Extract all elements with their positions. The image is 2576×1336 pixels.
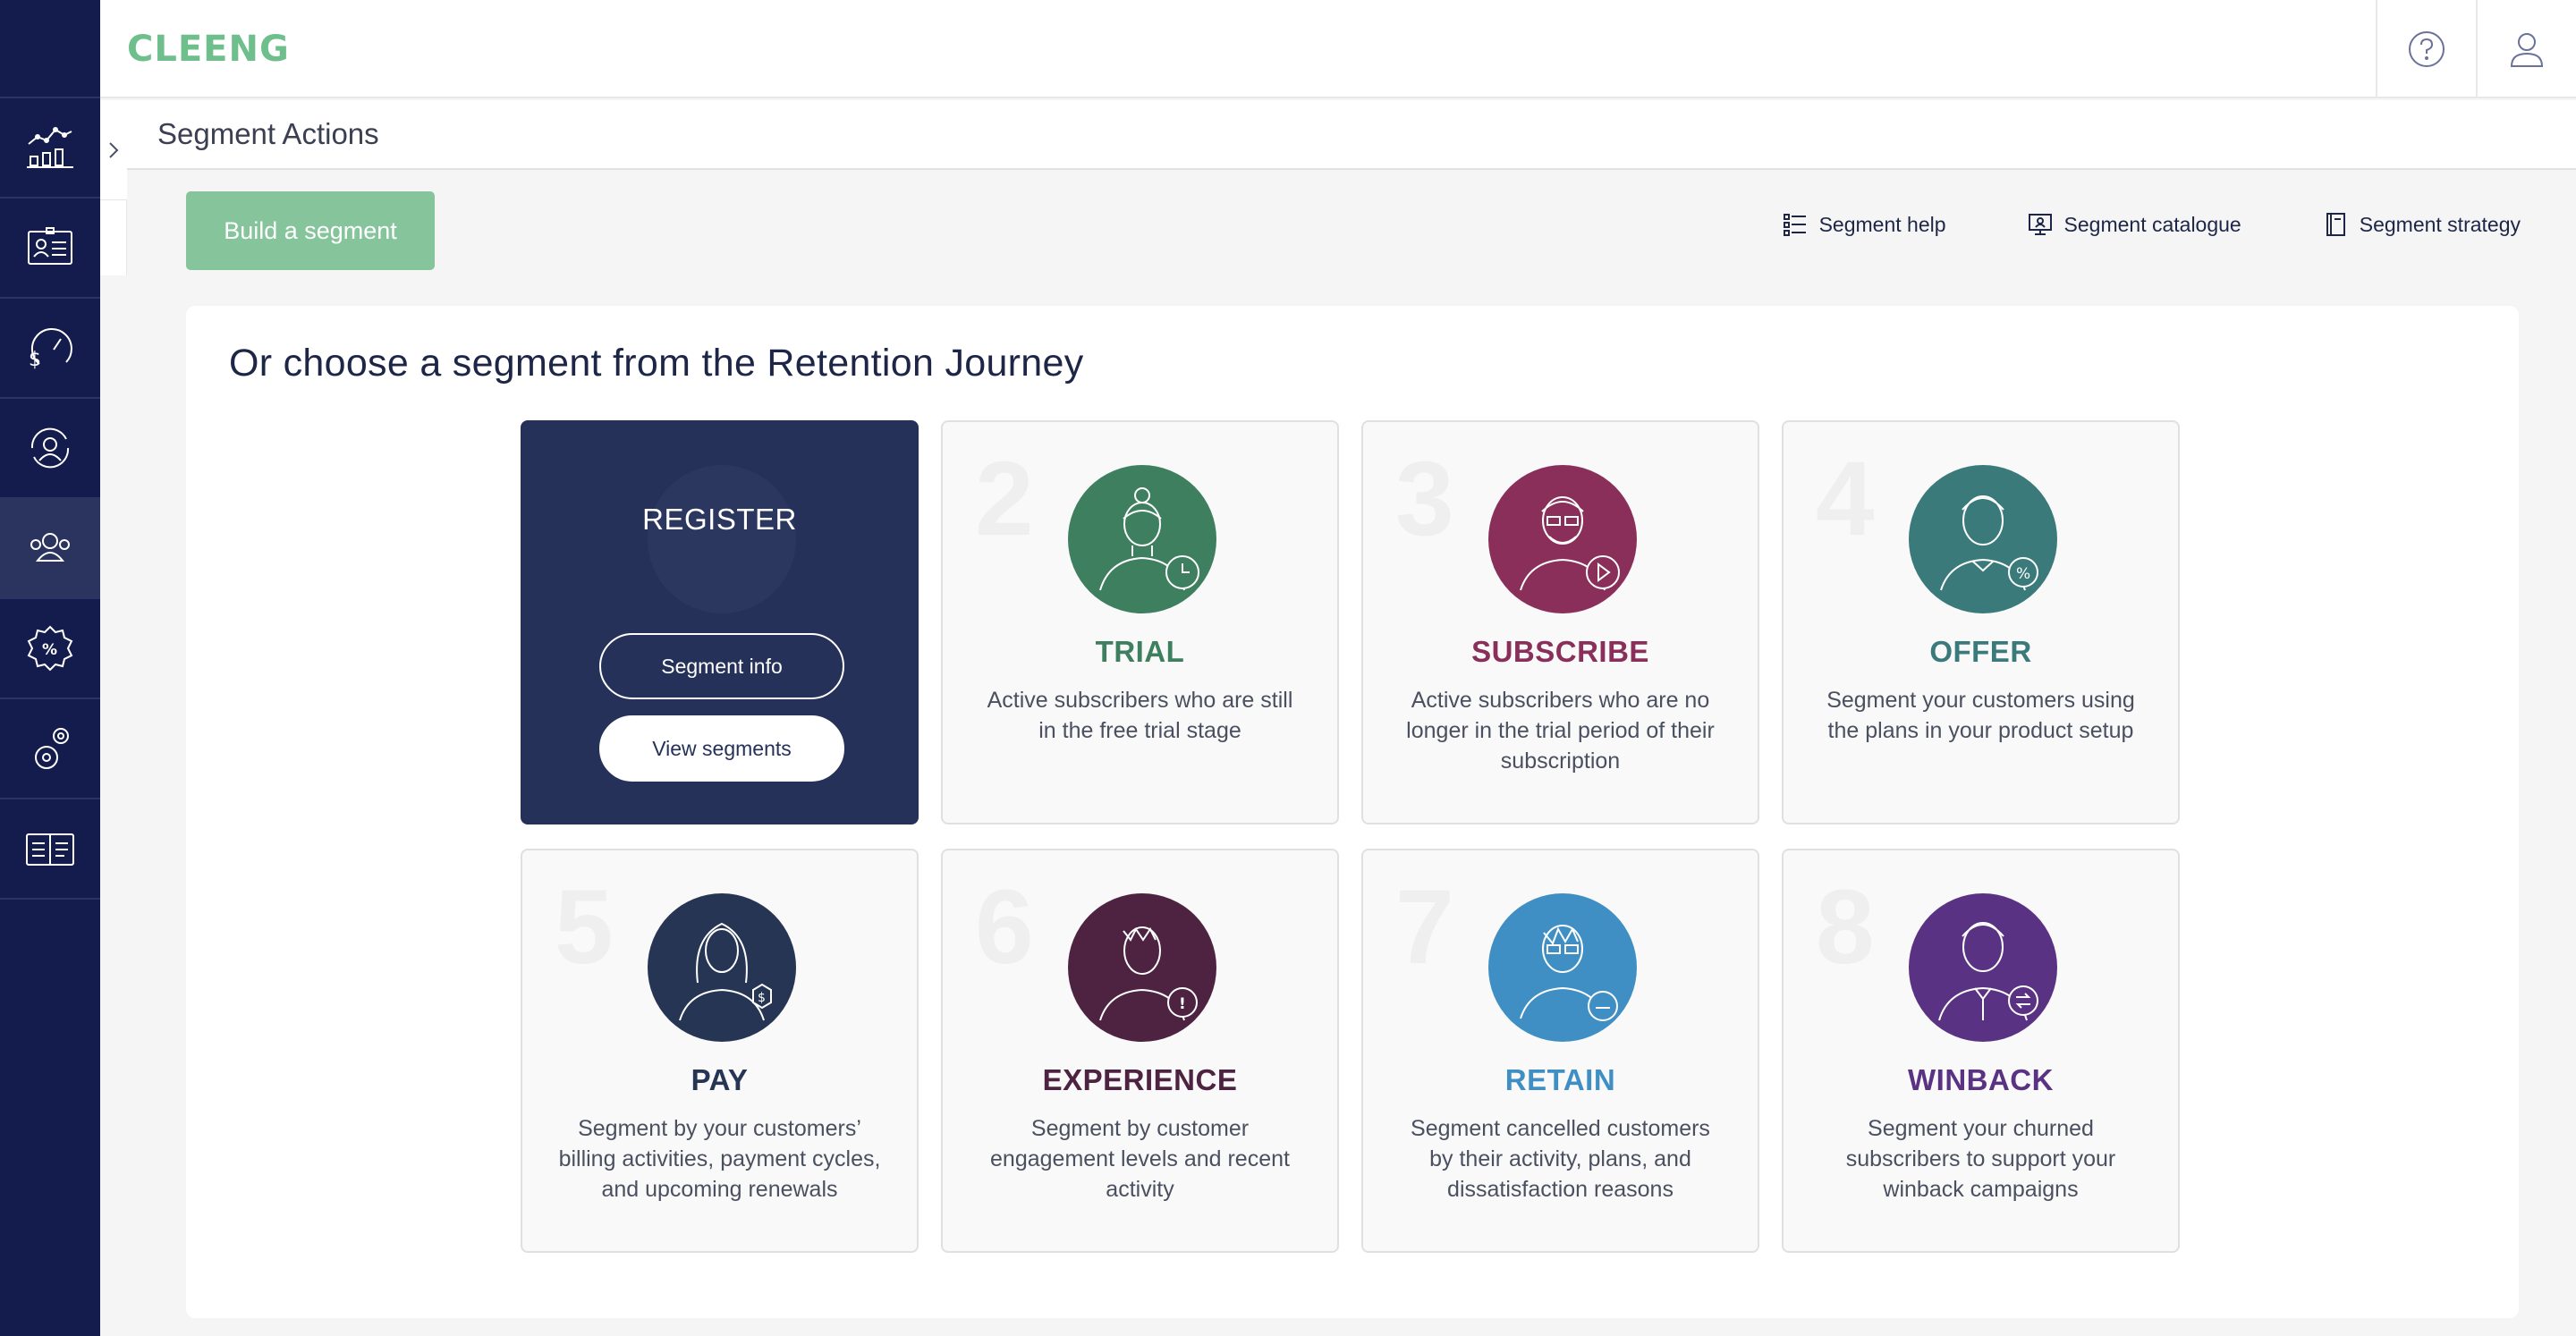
stage-tile-retain[interactable]: 7 RETAIN Segment cancelled customers by … — [1361, 849, 1759, 1253]
stage-number: 3 — [1395, 440, 1454, 558]
sidebar-item-docs[interactable] — [0, 799, 100, 900]
analytics-icon — [27, 127, 73, 168]
winback-avatar — [1909, 893, 2057, 1042]
stage-number: 4 — [1816, 440, 1875, 558]
segment-help-label: Segment help — [1818, 212, 1946, 236]
stage-number: 7 — [1395, 868, 1454, 986]
logo-text: CLEENG — [127, 29, 290, 70]
monitor-icon — [2028, 214, 2052, 235]
sidebar-item-offers[interactable]: % — [0, 599, 100, 699]
settings-gears-icon — [35, 728, 69, 769]
user-icon — [2510, 33, 2544, 67]
svg-text:$: $ — [758, 991, 766, 1005]
sidebar-item-customers[interactable] — [0, 199, 100, 299]
segment-info-button[interactable]: Segment info — [599, 633, 844, 699]
svg-text:$: $ — [29, 349, 41, 371]
user-menu-button[interactable] — [2476, 0, 2576, 98]
offer-avatar: % — [1909, 465, 2057, 613]
man-minus-icon — [1488, 893, 1637, 1042]
retain-avatar — [1488, 893, 1637, 1042]
stage-name: OFFER — [1929, 635, 2032, 668]
sidebar-item-analytics[interactable] — [0, 98, 100, 199]
sidebar-top — [0, 0, 100, 98]
chevron-right-icon — [109, 141, 119, 158]
notebook-icon — [2326, 213, 2345, 236]
segments-users-icon — [30, 533, 70, 562]
stage-description: Segment your churned subscribers to supp… — [1845, 1116, 2116, 1202]
segment-strategy-label: Segment strategy — [2359, 212, 2521, 236]
stage-number: 8 — [1816, 868, 1875, 986]
view-segments-button[interactable]: View segments — [599, 715, 844, 782]
stage-name: RETAIN — [1504, 1063, 1616, 1096]
cleeng-logo[interactable]: CLEENG — [127, 27, 290, 72]
segment-links: Segment help Segment catalogue Segment s… — [1701, 211, 2521, 238]
stage-tile-trial[interactable]: 2 TRIAL Active subscribers who are still… — [941, 420, 1339, 824]
retention-user-icon — [30, 427, 70, 469]
svg-text:%: % — [42, 641, 57, 659]
stage-name: EXPERIENCE — [1042, 1063, 1238, 1096]
svg-text:!: ! — [1179, 995, 1186, 1013]
retention-journey-card: Or choose a segment from the Retention J… — [186, 306, 2519, 1318]
sidebar-item-segments[interactable] — [0, 499, 100, 599]
svg-text:%: % — [2016, 565, 2030, 583]
stage-tile-pay[interactable]: 5 $ PAY Segment by your customers’ billi… — [521, 849, 919, 1253]
stage-description: Segment your customers using the plans i… — [1826, 688, 2135, 743]
stage-name: REGISTER — [642, 503, 797, 536]
stage-tile-experience[interactable]: 6 ! EXPERIENCE Segment by customer engag… — [941, 849, 1339, 1253]
register-avatar-ghost — [648, 465, 796, 613]
stage-number: 5 — [555, 868, 614, 986]
stage-description: Active subscribers who are no longer in … — [1406, 688, 1715, 774]
experience-avatar: ! — [1068, 893, 1216, 1042]
sidebar-item-settings[interactable] — [0, 699, 100, 799]
top-header: CLEENG — [100, 0, 2576, 98]
stage-tile-register[interactable]: REGISTER Segment info View segments — [521, 420, 919, 824]
stage-name: PAY — [691, 1063, 749, 1096]
documentation-book-icon — [26, 833, 74, 866]
stage-tile-subscribe[interactable]: 3 SUBSCRIBE Active subscribers who are n… — [1361, 420, 1759, 824]
journey-grid: REGISTER Segment info View segments 2 TR… — [521, 420, 2186, 1253]
build-segment-button[interactable]: Build a segment — [186, 191, 435, 270]
stage-description: Segment by your customers’ billing activ… — [558, 1116, 881, 1202]
segment-help-link[interactable]: Segment help — [1782, 211, 1946, 238]
stage-description: Segment cancelled customers by their act… — [1411, 1116, 1710, 1202]
sidebar: $ % — [0, 0, 100, 1336]
revenue-dashboard-icon: $ — [29, 327, 72, 371]
journey-heading: Or choose a segment from the Retention J… — [229, 342, 1084, 385]
stage-description: Segment by customer engagement levels an… — [990, 1116, 1290, 1202]
sidebar-expand-toggle[interactable] — [100, 100, 127, 200]
stage-name: TRIAL — [1095, 635, 1185, 668]
stage-tile-winback[interactable]: 8 WINBACK Segment your churned subscribe… — [1782, 849, 2180, 1253]
woman-clock-icon — [1068, 465, 1216, 613]
stage-tile-offer[interactable]: 4 % OFFER Segment your customers using t… — [1782, 420, 2180, 824]
subscribe-avatar — [1488, 465, 1637, 613]
stage-number: 2 — [975, 440, 1034, 558]
woman-exclamation-icon: ! — [1068, 893, 1216, 1042]
stage-name: WINBACK — [1908, 1063, 2054, 1096]
offers-percent-badge-icon: % — [27, 625, 73, 672]
stage-number: 6 — [975, 868, 1034, 986]
man-play-icon — [1488, 465, 1637, 613]
sidebar-item-retention[interactable] — [0, 399, 100, 499]
segment-strategy-link[interactable]: Segment strategy — [2322, 211, 2521, 238]
segment-catalogue-link[interactable]: Segment catalogue — [2027, 211, 2241, 238]
help-circle-icon — [2409, 31, 2445, 67]
sidebar-item-revenue[interactable]: $ — [0, 299, 100, 399]
trial-avatar — [1068, 465, 1216, 613]
pay-avatar: $ — [648, 893, 796, 1042]
stage-description: Active subscribers who are still in the … — [987, 688, 1293, 743]
list-icon — [1783, 214, 1806, 236]
stage-name: SUBSCRIBE — [1471, 635, 1649, 668]
page-title: Segment Actions — [157, 117, 379, 150]
sidebar-expand-strip — [100, 200, 127, 275]
page-subheader: Segment Actions — [127, 100, 2576, 170]
woman-dollar-icon: $ — [648, 893, 796, 1042]
customer-card-icon — [28, 227, 72, 265]
segment-catalogue-label: Segment catalogue — [2063, 212, 2241, 236]
help-button[interactable] — [2376, 0, 2476, 98]
man-percent-icon: % — [1909, 465, 2057, 613]
man-exchange-icon — [1909, 893, 2057, 1042]
